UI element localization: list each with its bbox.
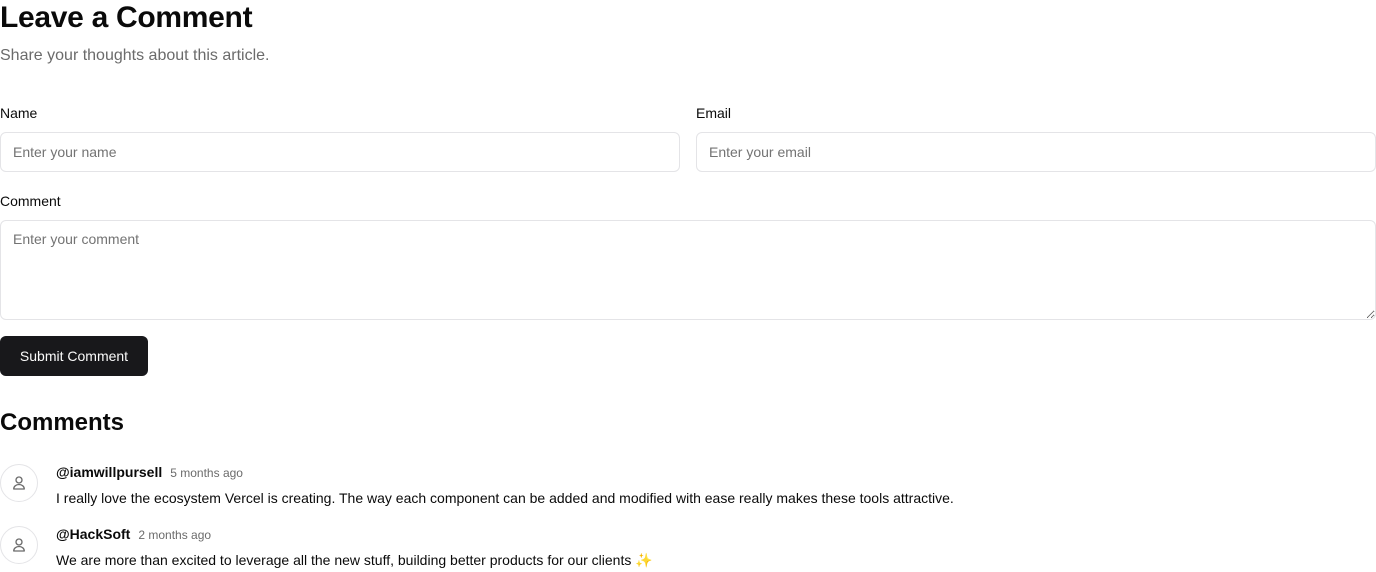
user-icon [13, 538, 25, 552]
comment-item: @HackSoft 2 months ago We are more than … [0, 524, 1376, 572]
name-input[interactable] [0, 132, 680, 172]
page-subtitle: Share your thoughts about this article. [0, 47, 270, 64]
comment-text: We are more than excited to leverage all… [56, 552, 653, 568]
email-label: Email [696, 105, 732, 121]
comment-timestamp: 2 months ago [138, 528, 212, 542]
comment-textarea[interactable] [0, 220, 1376, 320]
submit-comment-button[interactable]: Submit Comment [0, 336, 148, 376]
page-title: Leave a Comment [0, 1, 253, 34]
comment-page: Leave a Comment Share your thoughts abou… [0, 0, 1376, 572]
comment-item: @iamwillpursell 5 months ago I really lo… [0, 462, 1376, 514]
comment-header: @HackSoft 2 months ago [56, 524, 211, 545]
avatar [0, 526, 38, 564]
comment-username: @iamwillpursell [56, 464, 163, 480]
comment-label: Comment [0, 193, 61, 209]
comments-heading: Comments [0, 409, 125, 436]
name-label: Name [0, 105, 38, 121]
comment-text: I really love the ecosystem Vercel is cr… [56, 490, 954, 506]
user-icon [13, 476, 25, 490]
avatar [0, 464, 38, 502]
comment-username: @HackSoft [56, 526, 131, 542]
comment-timestamp: 5 months ago [170, 466, 243, 480]
email-input[interactable] [696, 132, 1376, 172]
comment-header: @iamwillpursell 5 months ago [56, 462, 243, 483]
